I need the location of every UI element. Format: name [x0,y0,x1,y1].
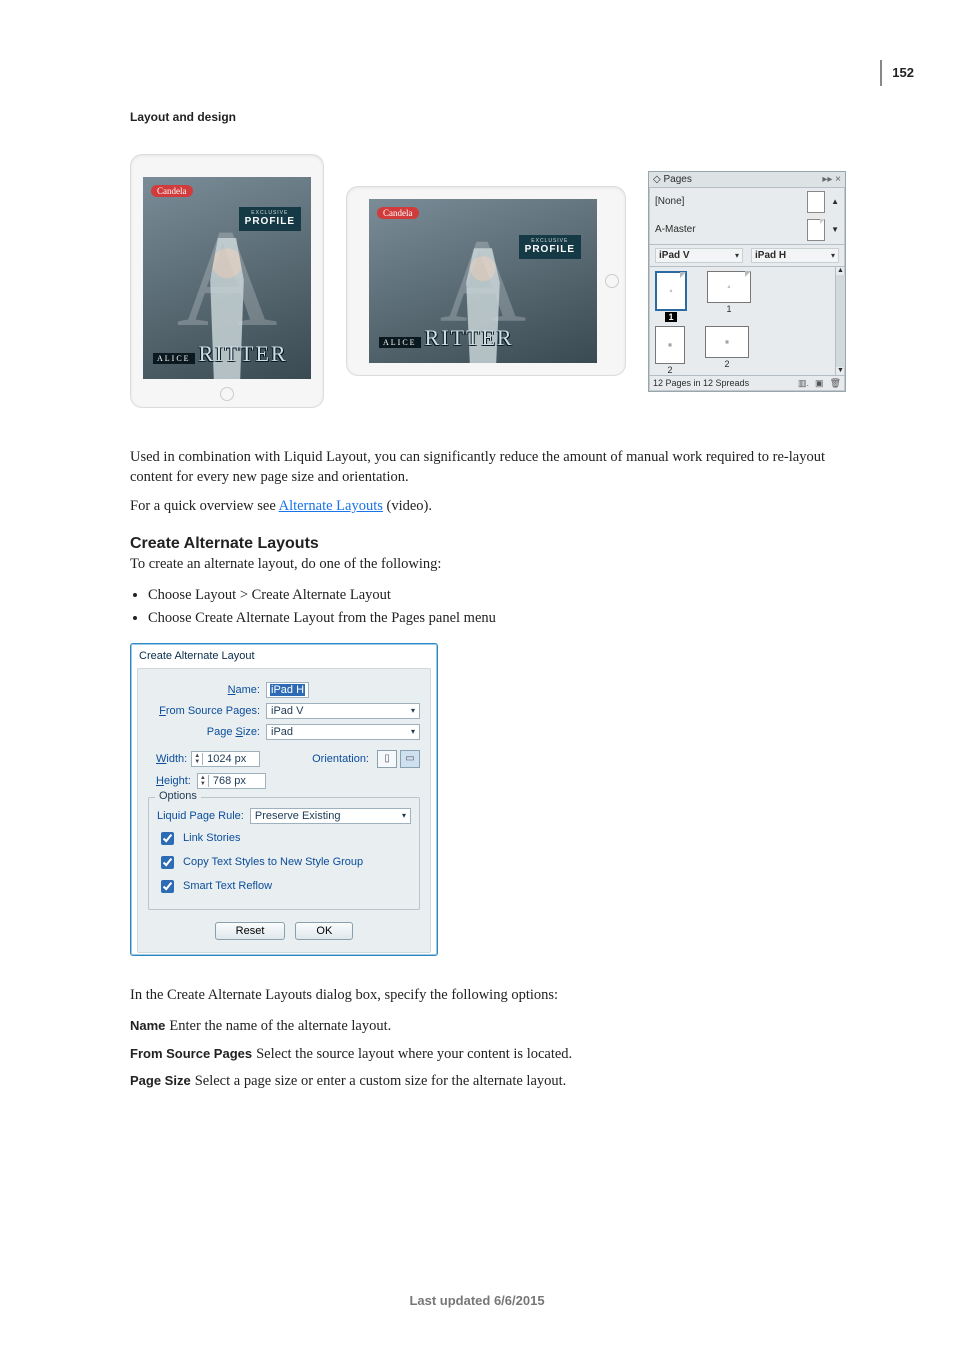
footer-updated: Last updated 6/6/2015 [0,1293,954,1308]
status-text: 12 Pages in 12 Spreads [653,378,749,388]
ok-button[interactable]: OK [295,922,353,940]
layout-col-h[interactable]: iPad H▾ [751,248,839,263]
orientation-portrait-button[interactable]: ▯ [377,750,397,768]
chevron-down-icon: ▾ [831,251,835,260]
pages-panel: ◇ Pages ▸▸ × [None] ▲ A-Master ▼ [648,171,846,392]
scroll-up-icon[interactable]: ▲ [831,197,839,206]
ipad-landscape-screen: Candela A EXCLUSIVE PROFILE ALICE RITTER [369,199,597,363]
layout-col-v[interactable]: iPad V▾ [655,248,743,263]
page-thumb[interactable]: ▦ 2 [705,326,749,375]
options-legend: Options [155,790,201,802]
width-stepper[interactable]: ▲▼ 1024 px [191,751,260,767]
page-thumb[interactable]: A 1 [655,271,687,322]
edit-page-size-icon[interactable]: ▥. [798,378,809,389]
panel-status-bar: 12 Pages in 12 Spreads ▥. ▣ 🗑 [649,375,845,391]
master-none-row[interactable]: [None] ▲ [649,188,845,216]
ipad-portrait-screen: Candela A EXCLUSIVE PROFILE ALICE RITTER [143,177,311,379]
chevron-down-icon: ▾ [735,251,739,260]
orientation-landscape-button[interactable]: ▭ [400,750,420,768]
profile-badge: EXCLUSIVE PROFILE [519,235,581,259]
new-page-icon[interactable]: ▣ [815,378,824,389]
page-number-box: 152 [880,60,914,86]
smart-text-reflow-checkbox[interactable]: Smart Text Reflow [157,877,411,896]
alternate-layouts-link[interactable]: Alternate Layouts [279,498,383,514]
list-item: Choose Create Alternate Layout from the … [148,607,864,630]
page-thumb[interactable]: A 1 [707,271,751,322]
afterdialog-text: In the Create Alternate Layouts dialog b… [130,986,864,1006]
width-label: Width: [156,753,187,765]
figures-row: Candela A EXCLUSIVE PROFILE ALICE RITTER… [130,154,864,408]
liquid-rule-select[interactable]: Preserve Existing▾ [250,808,411,824]
para-liquid: Used in combination with Liquid Layout, … [130,448,864,487]
panel-scrollbar[interactable]: ▲ ▼ [835,267,845,375]
page-thumb[interactable]: ▦ 2 [655,326,685,375]
chevron-down-icon: ▾ [405,706,415,715]
heading-create-alternate: Create Alternate Layouts [130,535,864,553]
from-source-label: From Source Pages: [148,705,260,717]
options-fieldset: Options Liquid Page Rule: Preserve Exist… [148,797,420,910]
page-size-label: Page Size: [156,726,260,738]
a-master-row[interactable]: A-Master ▼ [649,216,845,244]
collapse-icon[interactable]: ▸▸ × [822,174,841,185]
profile-badge: EXCLUSIVE PROFILE [239,207,301,231]
ipad-portrait: Candela A EXCLUSIVE PROFILE ALICE RITTER [130,154,324,408]
create-alternate-layout-dialog: Create Alternate Layout Name: iPad H Fro… [130,643,438,956]
pages-panel-tab[interactable]: ◇ Pages ▸▸ × [649,172,845,188]
dialog-title: Create Alternate Layout [133,646,435,668]
ipad-landscape: Candela A EXCLUSIVE PROFILE ALICE RITTER [346,186,626,376]
running-title: Layout and design [130,110,864,124]
link-stories-checkbox[interactable]: Link Stories [157,829,411,848]
name-label: Name: [148,684,260,696]
lead-text: To create an alternate layout, do one of… [130,555,864,575]
a-master-label: A-Master [655,224,696,235]
page-number: 152 [892,65,914,80]
height-label: Height: [156,775,191,787]
from-source-select[interactable]: iPad V▾ [266,703,420,719]
definition-page-size: Page SizeSelect a page size or enter a c… [130,1070,864,1092]
height-stepper[interactable]: ▲▼ 768 px [197,773,266,789]
definition-name: NameEnter the name of the alternate layo… [130,1015,864,1037]
reset-button[interactable]: Reset [215,922,286,940]
name-input[interactable]: iPad H [266,682,309,698]
cover-title: ALICE RITTER [153,341,288,367]
page-thumbnails: A 1 A 1 ▦ 2 ▦ [649,267,835,375]
scroll-down-icon[interactable]: ▼ [831,225,839,234]
definition-from-source: From Source PagesSelect the source layou… [130,1043,864,1065]
orientation-label: Orientation: [312,753,369,765]
steps-list: Choose Layout > Create Alternate Layout … [148,584,864,630]
master-none-label: [None] [655,196,684,207]
para-link: For a quick overview see Alternate Layou… [130,497,864,517]
delete-page-icon[interactable]: 🗑 [830,378,841,389]
cover-title: ALICE RITTER [379,325,514,351]
layout-columns: iPad V▾ iPad H▾ [649,245,845,267]
page-icon [807,191,825,213]
chevron-down-icon: ▾ [396,811,406,820]
page-size-select[interactable]: iPad▾ [266,724,420,740]
chevron-down-icon: ▾ [405,727,415,736]
page-icon [807,219,825,241]
pages-panel-tab-label: ◇ Pages [653,174,692,185]
list-item: Choose Layout > Create Alternate Layout [148,584,864,607]
copy-text-styles-checkbox[interactable]: Copy Text Styles to New Style Group [157,853,411,872]
liquid-rule-label: Liquid Page Rule: [157,810,244,822]
